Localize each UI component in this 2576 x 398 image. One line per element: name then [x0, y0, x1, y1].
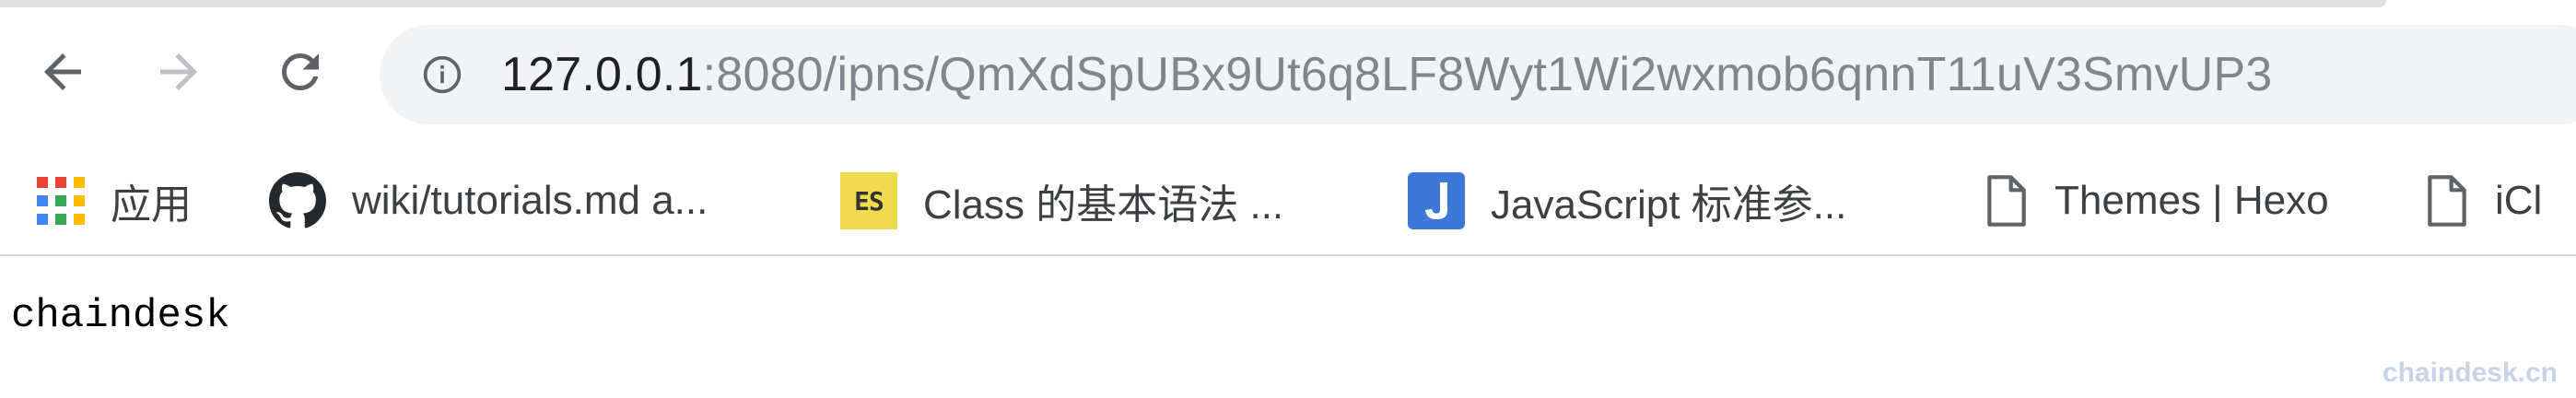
bookmark-icl[interactable]: iCl	[2425, 147, 2542, 254]
watermark: chaindesk.cn	[2382, 357, 2558, 388]
address-bar[interactable]: 127.0.0.1:8080/ipns/QmXdSpUBx9Ut6q8LF8Wy…	[380, 25, 2576, 124]
bookmark-label: JavaScript 标准参...	[1491, 182, 1847, 228]
page-content: chaindesk chaindesk.cn	[0, 256, 2576, 398]
bookmark-es-class[interactable]: ES Class 的基本语法 ...	[840, 147, 1283, 254]
es-badge-text: ES	[854, 185, 884, 217]
apps-grid-icon	[37, 177, 85, 225]
es-badge-icon: ES	[840, 172, 897, 229]
back-button[interactable]	[28, 37, 98, 107]
js-j-glyph	[1425, 182, 1447, 219]
url-text[interactable]: 127.0.0.1:8080/ipns/QmXdSpUBx9Ut6q8LF8Wy…	[501, 25, 2272, 124]
document-icon	[1987, 175, 2026, 227]
bookmark-themes-hexo[interactable]: Themes | Hexo	[1985, 147, 2329, 254]
bookmarks-bar: 应用 wiki/tutorials.md a... ES Class 的基本语法…	[0, 147, 2576, 256]
bookmark-label: Class 的基本语法 ...	[923, 182, 1284, 228]
reload-button[interactable]	[265, 37, 335, 107]
tab-strip-bar	[0, 0, 2386, 7]
info-circle-icon[interactable]	[422, 54, 463, 95]
bookmark-label: 应用	[111, 182, 192, 228]
bookmark-label: Themes | Hexo	[2055, 178, 2329, 223]
browser-window: 127.0.0.1:8080/ipns/QmXdSpUBx9Ut6q8LF8Wy…	[0, 0, 2576, 398]
page-body-text: chaindesk	[11, 293, 230, 339]
bookmark-github-wiki[interactable]: wiki/tutorials.md a...	[269, 147, 708, 254]
bookmark-label: wiki/tutorials.md a...	[352, 178, 708, 223]
url-host: 127.0.0.1	[501, 48, 703, 101]
arrow-left-icon	[44, 53, 81, 90]
reload-icon	[282, 53, 319, 90]
browser-toolbar: 127.0.0.1:8080/ipns/QmXdSpUBx9Ut6q8LF8Wy…	[0, 9, 2576, 147]
document-icon	[2428, 175, 2466, 227]
bookmark-apps[interactable]: 应用	[37, 147, 192, 254]
github-icon	[269, 172, 326, 228]
forward-button[interactable]	[144, 37, 214, 107]
arrow-right-icon	[160, 53, 197, 90]
bookmark-label: iCl	[2495, 178, 2543, 223]
js-badge-icon	[1408, 172, 1465, 229]
bookmark-javascript-reference[interactable]: JavaScript 标准参...	[1408, 147, 1846, 254]
url-path: :8080/ipns/QmXdSpUBx9Ut6q8LF8Wyt1Wi2wxmo…	[702, 48, 2273, 101]
tab-strip	[0, 0, 2576, 9]
